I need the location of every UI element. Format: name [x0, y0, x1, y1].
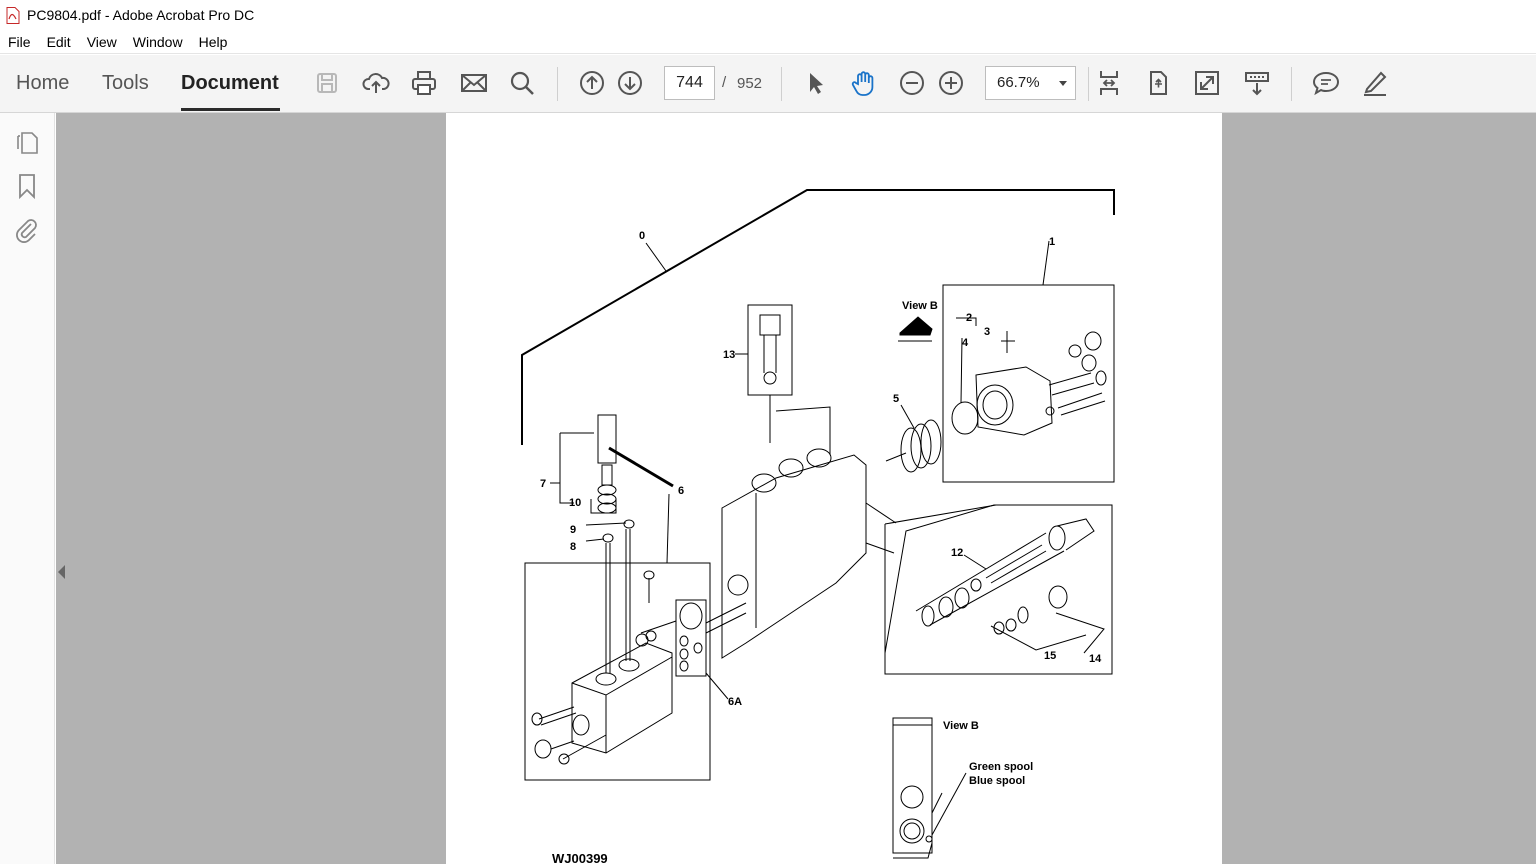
tab-home[interactable]: Home	[16, 72, 69, 95]
page-thumbnails-icon[interactable]	[12, 127, 42, 157]
page-number-input[interactable]: 744	[664, 66, 715, 100]
menu-window[interactable]: Window	[125, 30, 191, 54]
hand-tool-icon[interactable]	[848, 67, 880, 99]
collapse-panel-icon[interactable]	[58, 565, 65, 579]
bookmarks-icon[interactable]	[12, 171, 42, 201]
view-b-label-top: View B	[902, 300, 938, 312]
print-icon[interactable]	[408, 67, 440, 99]
menu-file[interactable]: File	[0, 30, 39, 54]
menu-view[interactable]: View	[79, 30, 125, 54]
zoom-select[interactable]: 66.7%	[985, 66, 1076, 100]
page-up-icon[interactable]	[576, 67, 608, 99]
callout-4: 4	[962, 337, 969, 349]
callout-15: 15	[1044, 650, 1056, 662]
select-cursor-icon[interactable]	[799, 67, 831, 99]
page-total: 952	[737, 75, 763, 92]
callout-7: 7	[540, 478, 546, 490]
callout-10: 10	[569, 497, 581, 509]
email-icon[interactable]	[458, 67, 490, 99]
fit-page-icon[interactable]	[1093, 67, 1125, 99]
callout-14: 14	[1089, 653, 1102, 665]
search-icon[interactable]	[506, 67, 538, 99]
page-separator: /	[722, 74, 727, 91]
blue-spool-label: Blue spool	[969, 775, 1025, 787]
menu-help[interactable]: Help	[191, 30, 236, 54]
tab-document[interactable]: Document	[181, 72, 279, 95]
callout-2: 2	[966, 312, 972, 324]
active-tab-indicator	[181, 108, 280, 111]
exploded-parts-diagram: 0 1 2 3 4 5 6 6A 7 8 9 10 12 13 14 15 Vi…	[521, 189, 1115, 859]
callout-5: 5	[893, 393, 899, 405]
toolbar-separator	[1291, 67, 1292, 101]
scroll-mode-icon[interactable]	[1241, 67, 1273, 99]
page-down-icon[interactable]	[614, 67, 646, 99]
zoom-out-icon[interactable]	[896, 67, 928, 99]
toolbar-separator	[1088, 67, 1089, 101]
callout-8: 8	[570, 541, 576, 553]
comment-icon[interactable]	[1310, 67, 1342, 99]
menu-bar: File Edit View Window Help	[0, 30, 1536, 54]
zoom-value: 66.7%	[997, 74, 1040, 91]
chevron-down-icon	[1059, 81, 1067, 86]
callout-9: 9	[570, 524, 576, 536]
callout-12: 12	[951, 547, 963, 559]
title-bar: PC9804.pdf - Adobe Acrobat Pro DC	[0, 0, 1536, 30]
green-spool-label: Green spool	[969, 761, 1033, 773]
callout-13: 13	[723, 349, 735, 361]
rotate-icon[interactable]	[1142, 67, 1174, 99]
zoom-in-icon[interactable]	[935, 67, 967, 99]
main-toolbar: Home Tools Document 744 / 952 66.7%	[0, 55, 1536, 113]
callout-1: 1	[1049, 236, 1055, 248]
toolbar-separator	[557, 67, 558, 101]
save-icon[interactable]	[311, 67, 343, 99]
pdf-page: 0 1 2 3 4 5 6 6A 7 8 9 10 12 13 14 15 Vi…	[446, 113, 1222, 866]
tab-tools[interactable]: Tools	[102, 72, 149, 95]
left-navigation-rail	[0, 113, 55, 864]
callout-0: 0	[639, 230, 645, 242]
cloud-upload-icon[interactable]	[360, 67, 392, 99]
menu-edit[interactable]: Edit	[39, 30, 79, 54]
sign-icon[interactable]	[1359, 67, 1391, 99]
pdf-file-icon	[6, 6, 20, 24]
view-b-label-bottom: View B	[943, 720, 979, 732]
toolbar-separator	[781, 67, 782, 101]
callout-3: 3	[984, 326, 990, 338]
callout-6: 6	[678, 485, 684, 497]
attachments-icon[interactable]	[12, 215, 42, 245]
full-screen-icon[interactable]	[1191, 67, 1223, 99]
window-title: PC9804.pdf - Adobe Acrobat Pro DC	[27, 7, 255, 23]
callout-6a: 6A	[728, 696, 742, 708]
